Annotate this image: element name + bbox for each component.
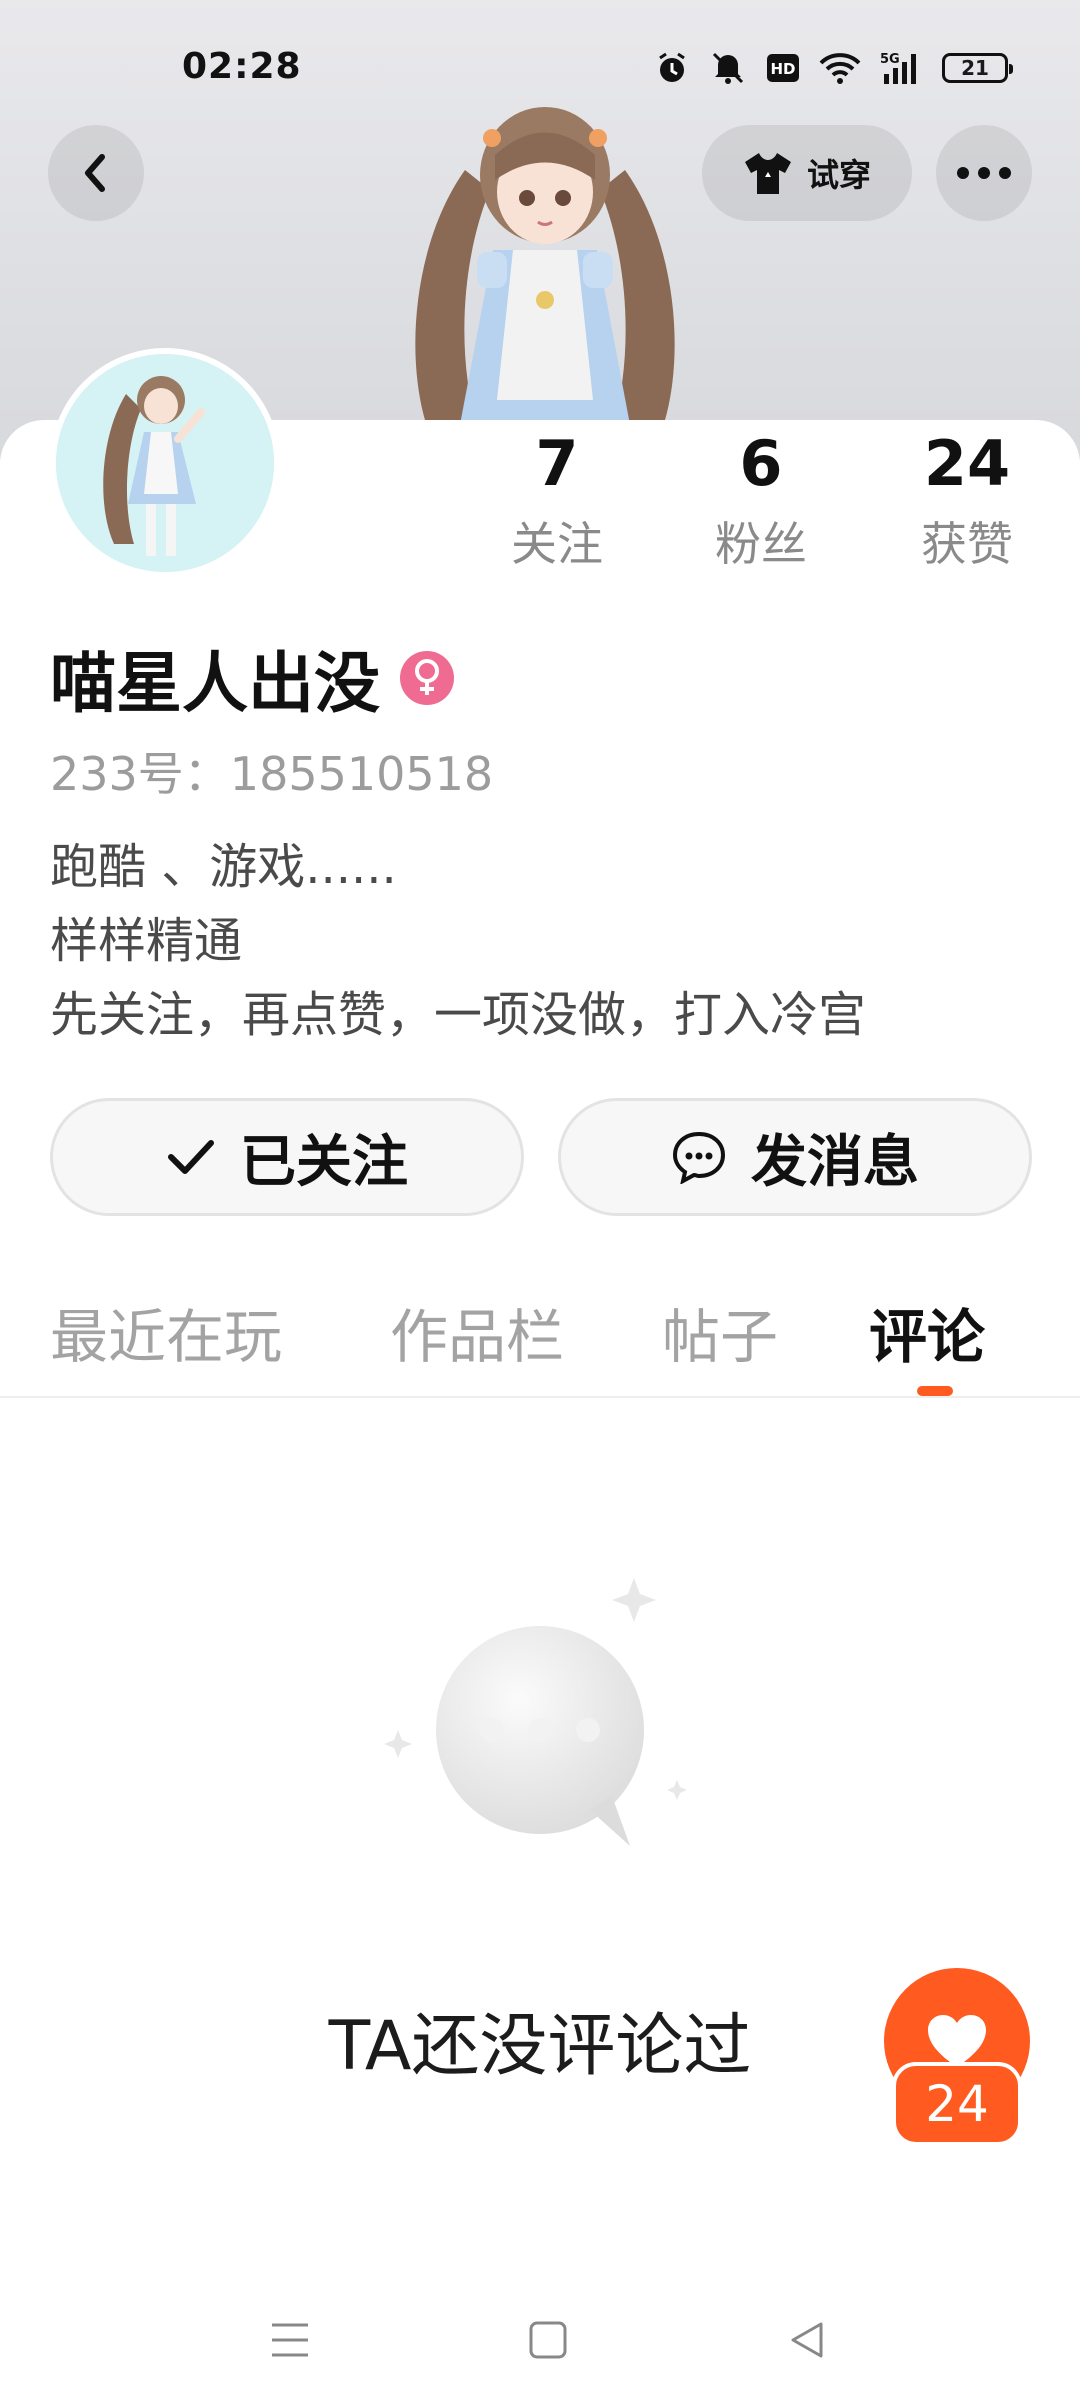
tab-recently-played[interactable]: 最近在玩 [50,1290,282,1374]
bio-line: 跑酷 、游戏...... [50,839,397,895]
username-row: 喵星人出没 [50,630,454,726]
shirt-icon [744,153,791,194]
try-on-label: 试穿 [806,156,871,194]
user-id: 233号：185510518 [50,747,494,801]
signal-5g-icon: 5G [880,52,916,84]
bio-line: 样样精通 [50,913,243,969]
back-button[interactable] [48,125,144,221]
send-message-button[interactable]: 发消息 [558,1098,1032,1216]
tab-works[interactable]: 作品栏 [390,1290,564,1374]
like-float-button[interactable]: 24 [884,1968,1030,2146]
battery-level: 21 [961,56,989,80]
send-message-label: 发消息 [751,1129,919,1195]
profile-tabs: 最近在玩 作品栏 帖子 评论 [0,1280,1080,1398]
message-icon [672,1131,726,1184]
stat-followers-value: 6 [739,427,783,500]
stat-following-label: 关注 [511,517,603,571]
stat-followers[interactable]: 6 粉丝 [681,428,841,574]
bio: 跑酷 、游戏...... 样样精通 先关注，再点赞，一项没做，打入冷宫 [50,830,866,1052]
hd-icon: HD [767,54,799,82]
stat-likes[interactable]: 24 获赞 [887,428,1047,574]
avatar-character-image [56,354,274,572]
more-dots-icon [957,167,1011,179]
female-icon [400,651,454,705]
status-time: 02:28 [182,46,302,87]
stat-following-value: 7 [535,427,579,500]
tab-posts[interactable]: 帖子 [662,1290,778,1374]
stat-following[interactable]: 7 关注 [477,428,637,574]
chat-bubble-icon [384,1578,687,1846]
alarm-icon [659,52,685,82]
followed-label: 已关注 [240,1129,408,1195]
try-on-button[interactable]: 试穿 [702,125,912,221]
heart-icon [928,2015,986,2067]
status-icons: HD 5G 21 [654,50,1013,86]
back-icon[interactable] [772,2310,842,2370]
username: 喵星人出没 [50,645,380,722]
followed-button[interactable]: 已关注 [50,1098,524,1216]
check-icon [168,1140,214,1174]
wifi-icon [819,53,861,84]
tab-comments[interactable]: 评论 [869,1290,985,1374]
home-icon[interactable] [513,2310,583,2370]
active-tab-indicator [917,1386,953,1396]
avatar[interactable] [50,348,280,578]
stat-followers-label: 粉丝 [715,517,807,571]
like-count-badge: 24 [892,2062,1022,2146]
svg-text:5G: 5G [880,52,900,67]
svg-text:HD: HD [770,60,795,78]
battery-icon: 21 [942,53,1013,83]
more-button[interactable] [936,125,1032,221]
system-nav-bar [0,2290,1080,2400]
mute-icon [712,52,744,84]
chevron-left-icon [85,154,105,192]
stat-likes-label: 获赞 [921,517,1013,571]
character-figure[interactable] [395,100,695,430]
bio-line: 先关注，再点赞，一项没做，打入冷宫 [50,987,867,1043]
stat-likes-value: 24 [923,427,1011,500]
menu-icon[interactable] [255,2310,325,2370]
